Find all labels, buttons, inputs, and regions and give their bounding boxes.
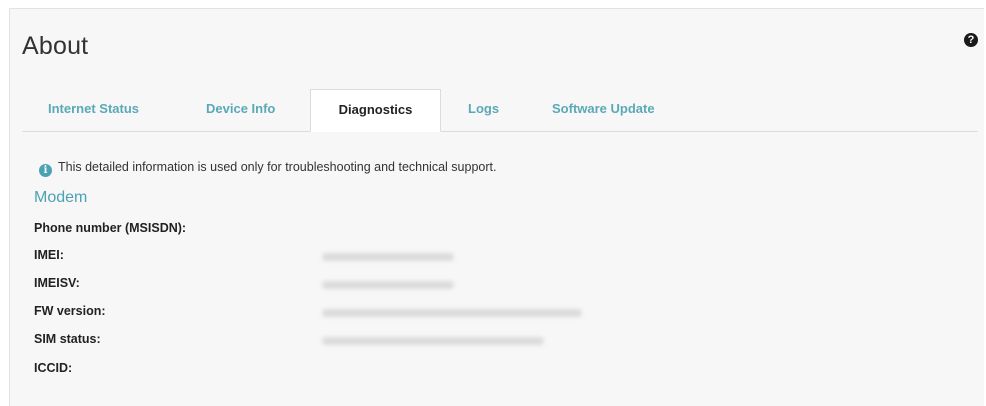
page-title: About (22, 32, 89, 60)
section-title-modem: Modem (34, 189, 88, 206)
field-value-redacted (322, 337, 544, 345)
tab-internet-status[interactable]: Internet Status (48, 89, 158, 131)
tab-bar: Internet Status Device Info Diagnostics … (22, 89, 978, 132)
field-row-iccid: ICCID: (34, 361, 934, 381)
field-label: Phone number (MSISDN): (34, 221, 187, 235)
field-row-fw-version: FW version: (34, 304, 934, 324)
field-label: ICCID: (34, 361, 73, 375)
tab-software-update[interactable]: Software Update (552, 89, 672, 131)
info-text: This detailed information is used only f… (58, 160, 497, 174)
tab-logs[interactable]: Logs (468, 89, 508, 131)
field-label: SIM status: (34, 332, 101, 346)
tab-diagnostics[interactable]: Diagnostics (310, 89, 441, 132)
field-row-imeisv: IMEISV: (34, 276, 934, 296)
field-row-sim-status: SIM status: (34, 332, 934, 352)
field-row-imei: IMEI: (34, 248, 934, 268)
field-label: IMEI: (34, 248, 64, 262)
field-value-redacted (322, 309, 582, 317)
help-circle-icon[interactable]: ? (964, 33, 978, 47)
info-icon: i (39, 164, 52, 177)
info-notice: i This detailed information is used only … (39, 160, 496, 177)
diagnostics-content: i This detailed information is used only … (22, 132, 978, 406)
field-row-phone-number: Phone number (MSISDN): (34, 221, 934, 241)
tab-device-info[interactable]: Device Info (206, 89, 286, 131)
field-label: FW version: (34, 304, 106, 318)
field-label: IMEISV: (34, 276, 80, 290)
field-value-redacted (322, 281, 454, 289)
field-value-redacted (322, 253, 454, 261)
